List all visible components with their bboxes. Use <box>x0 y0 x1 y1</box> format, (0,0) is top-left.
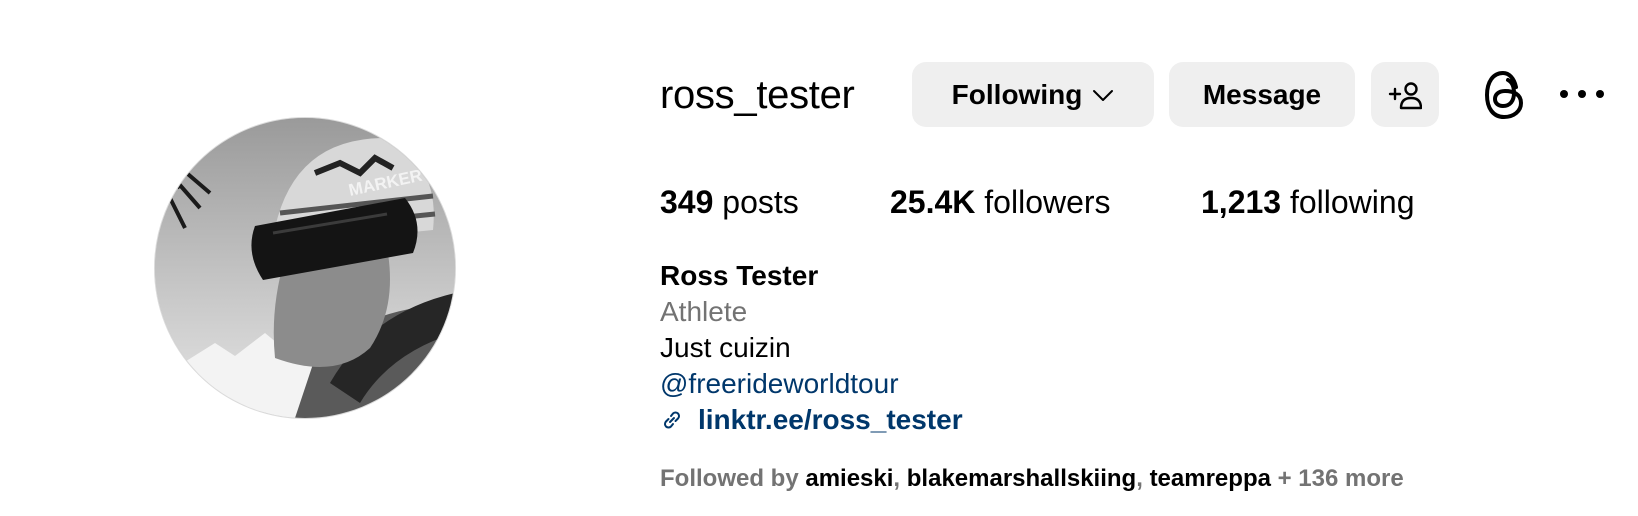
posts-count: 349 posts <box>660 184 799 220</box>
link-icon <box>663 411 681 429</box>
bio-text: Just cuizin <box>660 332 791 363</box>
avatar-photo: MARKER <box>155 118 455 418</box>
message-button[interactable]: Message <box>1169 62 1355 127</box>
followed-by-prefix: Followed by <box>660 465 799 492</box>
add-person-icon <box>1388 81 1422 109</box>
profile-username: ross_tester <box>660 73 855 117</box>
following-button[interactable]: Following <box>912 62 1154 127</box>
profile-link[interactable]: linktr.ee/ross_tester <box>660 402 963 438</box>
followed-by-separator: , <box>893 465 901 492</box>
suggest-users-button[interactable] <box>1371 62 1439 127</box>
bio-mention-link[interactable]: @freerideworldtour <box>660 366 963 402</box>
following-count[interactable]: 1,213 following <box>1201 180 1414 224</box>
profile-link-text: linktr.ee/ross_tester <box>698 404 963 435</box>
chevron-down-icon <box>1093 89 1114 101</box>
message-button-label: Message <box>1202 78 1322 110</box>
followers-count[interactable]: 25.4K followers <box>890 180 1111 224</box>
followed-by-more[interactable]: + 136 more <box>1278 465 1404 492</box>
profile-bio: Ross Tester Athlete Just cuizin @freerid… <box>660 258 963 438</box>
following-button-label: Following <box>951 78 1083 110</box>
threads-icon[interactable] <box>1483 70 1527 120</box>
display-name: Ross Tester <box>660 260 819 291</box>
more-icon[interactable] <box>1558 82 1606 106</box>
profile-avatar[interactable]: MARKER <box>154 117 456 419</box>
followed-by-user[interactable]: blakemarshallskiing <box>907 465 1136 492</box>
profile-category: Athlete <box>660 296 748 327</box>
followed-by[interactable]: Followed by amieski, blakemarshallskiing… <box>660 463 1404 495</box>
followed-by-user[interactable]: teamreppa <box>1150 465 1271 492</box>
followed-by-separator: , <box>1136 465 1143 492</box>
followed-by-user[interactable]: amieski <box>805 465 893 492</box>
